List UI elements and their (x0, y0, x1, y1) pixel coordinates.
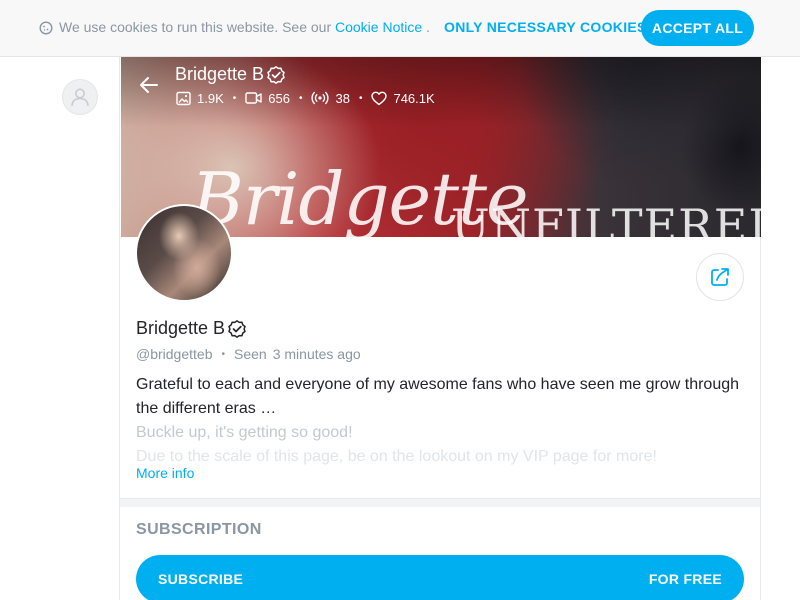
video-icon (245, 92, 262, 104)
profile-bio: Grateful to each and everyone of my awes… (136, 373, 746, 469)
subscribe-button[interactable]: SUBSCRIBE FOR FREE (136, 555, 744, 600)
subscribe-price: FOR FREE (648, 571, 722, 587)
cookie-text: We use cookies to run this website. See … (59, 19, 430, 35)
bio-line: Buckle up, it's getting so good! (136, 424, 353, 441)
verified-icon (267, 65, 285, 84)
subscription-title: SUBSCRIPTION (136, 521, 262, 538)
seen-label: Seen (234, 346, 267, 362)
profile-avatar[interactable] (135, 204, 233, 302)
likes-stat: 746.1K (371, 91, 435, 106)
back-arrow-icon[interactable] (137, 73, 161, 97)
share-button[interactable] (696, 253, 744, 301)
user-avatar[interactable] (62, 79, 98, 115)
cookie-banner: We use cookies to run this website. See … (0, 0, 800, 57)
section-divider (120, 498, 760, 507)
verified-icon (228, 319, 246, 338)
videos-stat: 656 (245, 91, 290, 106)
cookie-notice-link[interactable]: Cookie Notice (335, 19, 422, 35)
heart-icon (371, 91, 388, 105)
bio-line: Due to the scale of this page, be on the… (136, 448, 657, 465)
user-icon (71, 88, 89, 107)
last-seen-time: 3 minutes ago (272, 346, 361, 362)
banner-stats: 1.9K • 656 • 38 • 746.1K (176, 89, 435, 107)
image-icon (176, 91, 191, 105)
profile-banner: Bridgette UNFILTERED Bridgette B 1.9K • (121, 57, 761, 237)
banner-caps-text: UNFILTERED (451, 199, 761, 237)
subscribe-label: SUBSCRIBE (158, 571, 244, 587)
bio-line: Grateful to each and everyone of my awes… (136, 376, 740, 417)
profile-handle: @bridgetteb (136, 346, 213, 362)
profile-name: Bridgette B (136, 318, 247, 339)
streams-stat: 38 (311, 91, 350, 106)
cookie-icon (39, 21, 53, 35)
profile-column: Bridgette UNFILTERED Bridgette B 1.9K • (119, 57, 761, 600)
accept-all-button[interactable]: ACCEPT ALL (641, 10, 754, 46)
only-necessary-cookies-button[interactable]: ONLY NECESSARY COOKIES (444, 19, 647, 35)
more-info-link[interactable]: More info (136, 465, 194, 481)
live-stream-icon (311, 91, 330, 105)
photos-stat: 1.9K (176, 91, 224, 106)
profile-meta: @bridgetteb • Seen 3 minutes ago (136, 346, 361, 362)
share-icon (711, 268, 729, 286)
banner-name: Bridgette B (175, 64, 286, 85)
